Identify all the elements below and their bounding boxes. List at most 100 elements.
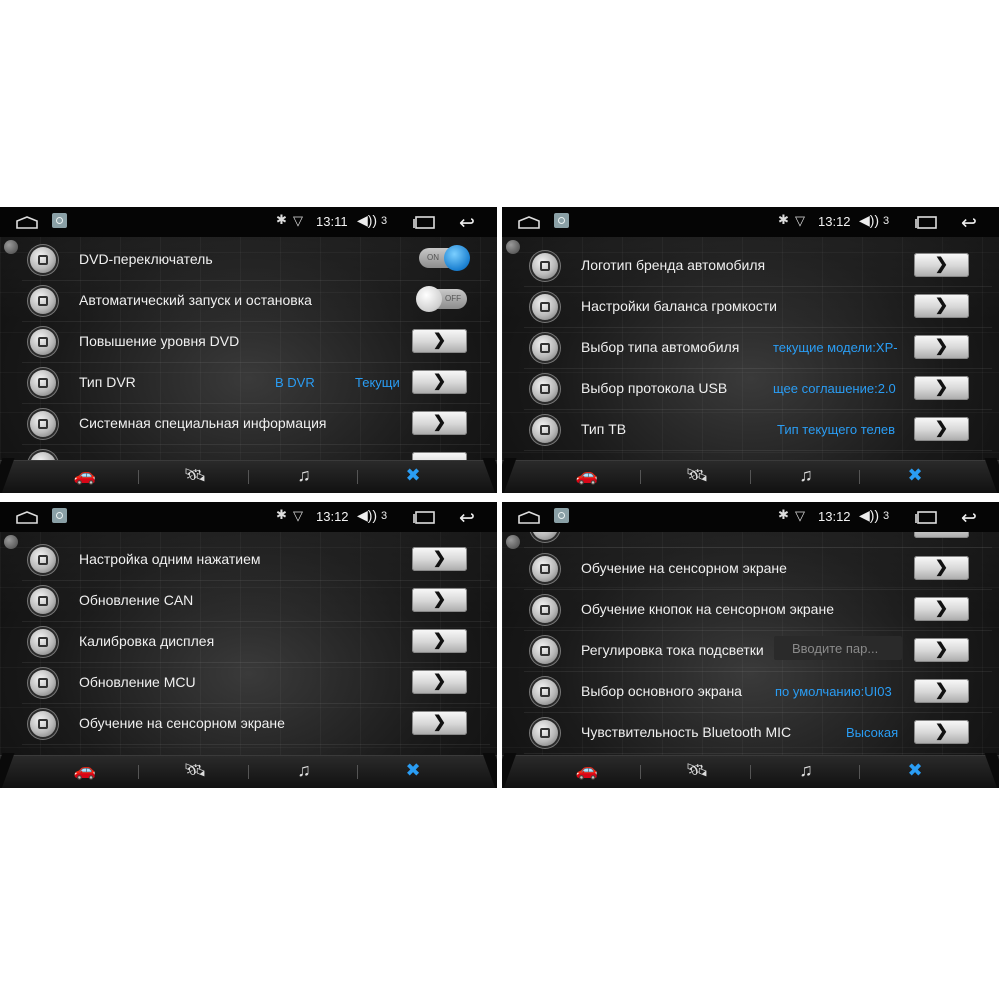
app-icon[interactable] <box>52 213 67 228</box>
chevron-right-icon: ❯ <box>934 256 949 273</box>
backlight-icon <box>532 638 558 664</box>
list-item[interactable]: Обучение на сенсорном экране ❯ <box>22 703 490 745</box>
recent-apps-icon[interactable] <box>413 216 435 229</box>
list-item[interactable]: Тип DVR B DVR Текущи ❯ <box>22 362 490 404</box>
car-icon <box>532 335 558 361</box>
wifi-icon: ▽ <box>795 508 805 523</box>
list-item[interactable]: Выбор протокола USB щее соглашение:2.0 ❯ <box>524 368 992 410</box>
tools-icon[interactable]: ✖ <box>895 465 935 489</box>
clock: 13:11 <box>316 214 348 229</box>
back-icon[interactable]: ↩ <box>459 212 475 235</box>
nav-separator <box>248 470 249 484</box>
arrow-button[interactable]: ❯ <box>914 253 969 277</box>
list-item[interactable]: Настройка одним нажатием ❯ <box>22 539 490 581</box>
home-icon[interactable] <box>518 511 540 524</box>
app-icon[interactable] <box>554 213 569 228</box>
volume-icon[interactable]: ◀)) <box>357 212 377 229</box>
arrow-button[interactable]: ❯ <box>412 670 467 694</box>
arrow-button[interactable]: ❯ <box>412 370 467 394</box>
arrow-button[interactable]: ❯ <box>914 556 969 580</box>
tools-icon[interactable]: ✖ <box>393 760 433 784</box>
car-settings-icon[interactable]: 🚗 <box>65 760 105 784</box>
auto-start-stop-toggle[interactable]: OFF <box>416 286 467 312</box>
list-item[interactable]: Обновление CAN ❯ <box>22 580 490 622</box>
sound-eq-icon[interactable]: ♫ <box>786 465 826 489</box>
row-label: DVD-переключатель <box>79 251 213 267</box>
satellite-icon[interactable]: 🛰 <box>677 465 717 489</box>
arrow-button[interactable]: ❯ <box>914 720 969 744</box>
chevron-right-icon: ❯ <box>934 338 949 355</box>
volume-icon[interactable]: ◀)) <box>859 507 879 524</box>
back-icon[interactable]: ↩ <box>961 507 977 530</box>
arrow-button[interactable]: ❯ <box>914 376 969 400</box>
row-label: Обновление CAN <box>79 592 194 608</box>
app-icon[interactable] <box>554 508 569 523</box>
satellite-icon[interactable]: 🛰 <box>175 465 215 489</box>
list-item[interactable]: Калибровка дисплея ❯ <box>22 621 490 663</box>
dvd-switch-toggle[interactable]: ON <box>419 245 470 271</box>
arrow-button[interactable]: ❯ <box>412 411 467 435</box>
back-icon[interactable]: ↩ <box>961 212 977 235</box>
arrow-button[interactable]: ❯ <box>412 711 467 735</box>
recent-apps-icon[interactable] <box>413 511 435 524</box>
list-item[interactable]: Обновление MCU ❯ <box>22 662 490 704</box>
recent-apps-icon[interactable] <box>915 511 937 524</box>
list-item[interactable]: Настройки баланса громкости ❯ <box>524 286 992 328</box>
list-item[interactable]: Чувствительность Bluetooth MIC Высокая ❯ <box>524 712 992 754</box>
bluetooth-icon: ✱ <box>276 212 287 227</box>
list-item[interactable]: Автоматический запуск и остановка OFF <box>22 280 490 322</box>
tools-icon[interactable]: ✖ <box>393 465 433 489</box>
list-item[interactable]: Тип ТВ Тип текущего телев ❯ <box>524 409 992 451</box>
arrow-button[interactable]: ❯ <box>914 417 969 441</box>
row-label: Выбор типа автомобиля <box>581 339 740 355</box>
list-item[interactable]: Системная специальная информация ❯ <box>22 403 490 445</box>
volume-level: 3 <box>381 510 388 522</box>
usb-icon <box>532 376 558 402</box>
row-value: Высокая <box>846 725 899 740</box>
arrow-button[interactable]: ❯ <box>412 329 467 353</box>
row-label: Регулировка тока подсветки <box>581 642 764 658</box>
settings-screen-2: ✱ ▽ 13:12 ◀)) 3 ↩ Логотип бренда автомоб… <box>502 207 999 493</box>
arrow-button[interactable]: ❯ <box>914 638 969 662</box>
back-icon[interactable]: ↩ <box>459 507 475 530</box>
car-settings-icon[interactable]: 🚗 <box>567 760 607 784</box>
settings-screen-3: ✱ ▽ 13:12 ◀)) 3 ↩ Настройка одним нажати… <box>0 502 497 788</box>
backlight-current-input[interactable]: Вводите пар... <box>774 636 902 660</box>
arrow-button[interactable]: ❯ <box>914 597 969 621</box>
arrow-button[interactable]: ❯ <box>914 679 969 703</box>
clock: 13:12 <box>316 509 349 524</box>
list-item[interactable]: DVD-переключатель ON <box>22 239 490 281</box>
satellite-icon[interactable]: 🛰 <box>175 760 215 784</box>
home-icon[interactable] <box>16 216 38 229</box>
list-item[interactable]: Выбор типа автомобиля текущие модели:XP-… <box>524 327 992 369</box>
home-icon[interactable] <box>16 511 38 524</box>
tools-icon[interactable]: ✖ <box>895 760 935 784</box>
arrow-button[interactable]: ❯ <box>412 547 467 571</box>
list-item[interactable]: Выбор основного экрана по умолчанию:UI03… <box>524 671 992 713</box>
app-icon[interactable] <box>52 508 67 523</box>
arrow-button[interactable]: ❯ <box>412 588 467 612</box>
home-icon[interactable] <box>518 216 540 229</box>
arrow-button[interactable] <box>914 532 969 538</box>
volume-icon[interactable]: ◀)) <box>357 507 377 524</box>
list-item[interactable]: Повышение уровня DVD ❯ <box>22 321 490 363</box>
list-item[interactable]: Обучение на сенсорном экране ❯ <box>524 548 992 590</box>
car-settings-icon[interactable]: 🚗 <box>65 465 105 489</box>
recent-apps-icon[interactable] <box>915 216 937 229</box>
car-settings-icon[interactable]: 🚗 <box>567 465 607 489</box>
bluetooth-icon: ✱ <box>778 507 789 522</box>
sound-eq-icon[interactable]: ♫ <box>284 465 324 489</box>
list-item[interactable]: Обучение кнопок на сенсорном экране ❯ <box>524 589 992 631</box>
arrow-button[interactable]: ❯ <box>412 629 467 653</box>
list-item[interactable]: Регулировка тока подсветки Вводите пар..… <box>524 630 992 672</box>
sound-eq-icon[interactable]: ♫ <box>786 760 826 784</box>
sound-eq-icon[interactable]: ♫ <box>284 760 324 784</box>
touch-learning-icon <box>30 711 56 737</box>
list-item[interactable]: Логотип бренда автомобиля ❯ <box>524 245 992 287</box>
satellite-icon[interactable]: 🛰 <box>677 760 717 784</box>
volume-icon[interactable]: ◀)) <box>859 212 879 229</box>
arrow-button[interactable]: ❯ <box>914 294 969 318</box>
bottom-nav: 🚗 🛰 ♫ ✖ <box>0 755 497 788</box>
arrow-button[interactable]: ❯ <box>914 335 969 359</box>
dvd-icon <box>30 247 56 273</box>
